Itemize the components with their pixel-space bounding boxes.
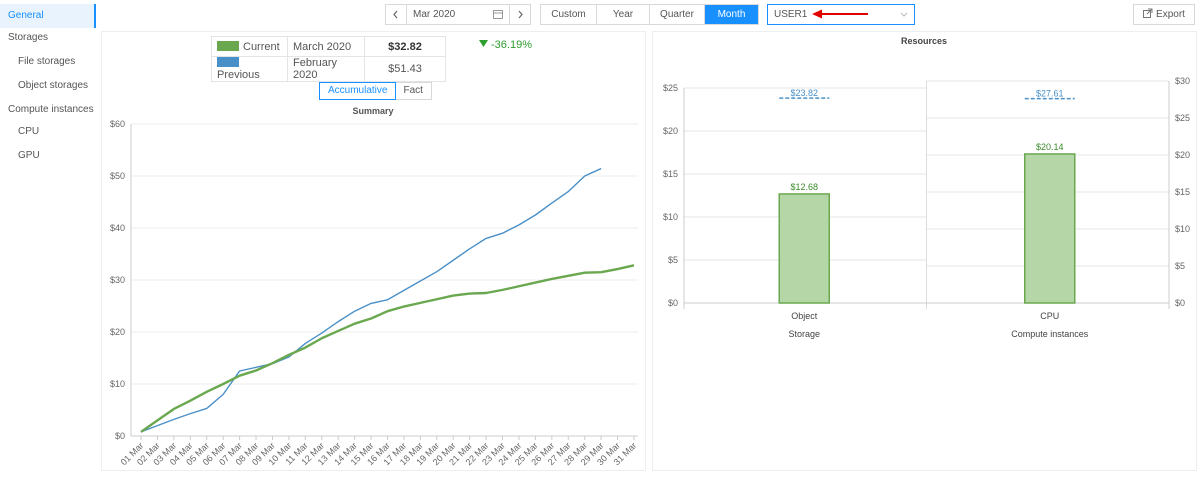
sidebar-item-cpu[interactable]: CPU (0, 120, 96, 144)
period-selector: Custom Year Quarter Month (540, 4, 759, 25)
mode-accumulative[interactable]: Accumulative (319, 82, 397, 100)
date-picker-value: Mar 2020 (413, 9, 456, 20)
change-value: -36.19% (491, 39, 532, 51)
left-y-tick-label: $20 (663, 126, 678, 136)
sidebar: General Storages File storages Object st… (0, 0, 97, 491)
y-tick-label: $10 (110, 379, 125, 389)
bar-value-label: $20.14 (1036, 142, 1064, 152)
chevron-left-icon (393, 10, 398, 19)
legend-current-value: $32.82 (364, 36, 446, 57)
chevron-right-icon (518, 10, 523, 19)
y-tick-label: $20 (110, 327, 125, 337)
y-tick-label: $40 (110, 223, 125, 233)
y-tick-label: $30 (110, 275, 125, 285)
user-select-value: USER1 (774, 9, 808, 20)
left-y-tick-label: $10 (663, 212, 678, 222)
legend-previous-name: Previous (217, 69, 260, 81)
previous-swatch (217, 57, 239, 67)
period-tab-quarter[interactable]: Quarter (650, 5, 705, 24)
legend-previous-period: February 2020 (287, 56, 365, 82)
next-period-button[interactable] (509, 4, 531, 25)
right-y-tick-label: $15 (1175, 187, 1190, 197)
series-line-previous (140, 167, 602, 433)
sidebar-item-storages[interactable]: Storages (0, 26, 96, 50)
resources-chart-title: Resources (901, 36, 947, 46)
left-y-tick-label: $25 (663, 83, 678, 93)
previous-value-label: $23.82 (790, 88, 818, 98)
sidebar-item-gpu[interactable]: GPU (0, 144, 96, 168)
summary-mode-toggle: Accumulative Fact (319, 82, 432, 100)
summary-line-chart: Summary$0$10$20$30$40$50$6001 Mar02 Mar0… (110, 106, 638, 467)
right-y-tick-label: $0 (1175, 298, 1185, 308)
export-button[interactable]: Export (1133, 4, 1195, 25)
y-tick-label: $0 (115, 431, 125, 441)
group-label: Storage (788, 329, 820, 339)
resources-bar-chart: Resources $0 $5 $10 $15 $20 $25 $0 $5 $10 $15 $20 $2… (663, 36, 1190, 339)
prev-period-button[interactable] (385, 4, 407, 25)
y-tick-label: $60 (110, 119, 125, 129)
group-label: Compute instances (1011, 329, 1089, 339)
summary-legend: Current March 2020 $32.82 Previous Febru… (211, 36, 446, 82)
right-y-tick-label: $10 (1175, 224, 1190, 234)
left-y-tick-label: $5 (668, 255, 678, 265)
period-tab-month[interactable]: Month (705, 5, 758, 24)
chevron-down-icon (900, 12, 908, 17)
mode-fact[interactable]: Fact (395, 83, 430, 99)
previous-value-label: $27.61 (1036, 89, 1064, 99)
category-label: Object (791, 311, 818, 321)
current-swatch (217, 40, 239, 51)
period-tab-custom[interactable]: Custom (541, 5, 597, 24)
legend-previous-value: $51.43 (364, 56, 446, 82)
summary-chart-title: Summary (352, 106, 393, 116)
period-tab-year[interactable]: Year (597, 5, 650, 24)
bar-cpu (1024, 153, 1076, 304)
change-indicator: -36.19% (479, 39, 532, 51)
date-picker[interactable]: Mar 2020 (406, 4, 510, 25)
legend-current-name: Current (243, 40, 280, 53)
triangle-down-icon (479, 40, 488, 47)
right-y-tick-label: $5 (1175, 261, 1185, 271)
calendar-icon (493, 10, 503, 19)
right-y-tick-label: $30 (1175, 76, 1190, 86)
right-y-tick-label: $25 (1175, 113, 1190, 123)
series-line-current (140, 264, 635, 433)
legend-current-period: March 2020 (287, 36, 365, 57)
legend-row-current: Current March 2020 $32.82 (211, 36, 446, 57)
bar-value-label: $12.68 (790, 182, 818, 192)
red-arrow-annotation (812, 9, 868, 19)
left-y-tick-label: $15 (663, 169, 678, 179)
sidebar-item-general[interactable]: General (0, 4, 96, 28)
y-tick-label: $50 (110, 171, 125, 181)
export-icon (1143, 8, 1153, 18)
category-label: CPU (1040, 311, 1059, 321)
bar-object (778, 193, 830, 304)
right-y-tick-label: $20 (1175, 150, 1190, 160)
sidebar-item-file-storages[interactable]: File storages (0, 50, 96, 74)
sidebar-item-object-storages[interactable]: Object storages (0, 74, 96, 98)
sidebar-item-compute-instances[interactable]: Compute instances (0, 98, 96, 122)
left-y-tick-label: $0 (668, 298, 678, 308)
export-label: Export (1156, 9, 1185, 20)
legend-row-previous: Previous February 2020 $51.43 (211, 56, 446, 82)
